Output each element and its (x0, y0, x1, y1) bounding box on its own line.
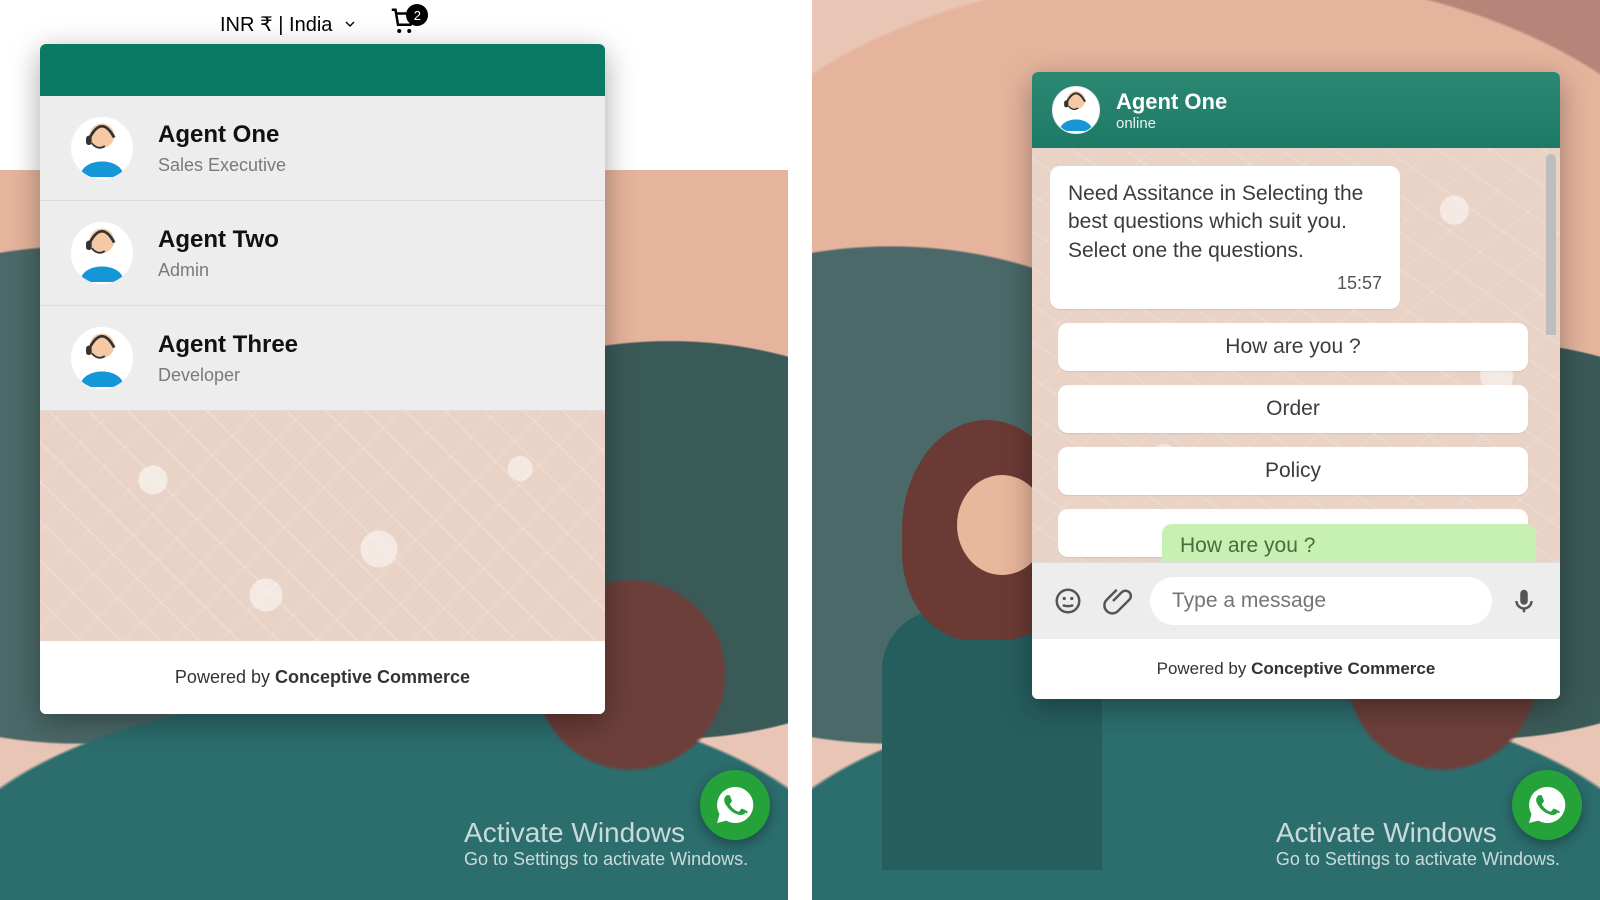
agent-item[interactable]: Agent Three Developer (40, 306, 605, 411)
emoji-button[interactable] (1050, 583, 1086, 619)
message-input[interactable] (1150, 577, 1492, 625)
doodle-bg (40, 411, 605, 641)
agent-role: Admin (158, 260, 279, 281)
chat-body[interactable]: Need Assitance in Selecting the best que… (1032, 148, 1560, 562)
whatsapp-fab[interactable] (1512, 770, 1582, 840)
agent-item[interactable]: Agent One Sales Executive (40, 96, 605, 201)
mic-icon (1509, 586, 1539, 616)
whatsapp-icon (1525, 783, 1569, 827)
agent-item[interactable]: Agent Two Admin (40, 201, 605, 306)
chat-intro-time: 15:57 (1068, 271, 1382, 295)
chat-header: Agent One online (1032, 72, 1560, 148)
paperclip-icon (1103, 586, 1133, 616)
agent-list-header (40, 44, 605, 96)
mic-button[interactable] (1506, 583, 1542, 619)
cart-button[interactable]: 2 (388, 6, 418, 42)
chat-choice[interactable]: How are you ? (1058, 323, 1528, 371)
agent-avatar-icon (70, 116, 134, 180)
chat-input-bar (1032, 562, 1560, 639)
chat-choice[interactable]: Order (1058, 385, 1528, 433)
agent-name: Agent Three (158, 331, 298, 359)
agent-avatar-icon (70, 326, 134, 390)
chat-avatar-icon (1052, 86, 1100, 134)
agent-name: Agent Two (158, 226, 279, 254)
chat-user-message: How are you ? (1162, 524, 1536, 562)
chat-agent-status: online (1116, 115, 1227, 132)
chevron-down-icon (342, 16, 358, 32)
agent-role: Sales Executive (158, 155, 286, 176)
whatsapp-icon (713, 783, 757, 827)
agent-name: Agent One (158, 121, 286, 149)
chat-choice[interactable]: Policy (1058, 447, 1528, 495)
chat-footer: Powered by Conceptive Commerce (1032, 639, 1560, 699)
chat-agent-name: Agent One (1116, 89, 1227, 115)
agent-list-widget: Agent One Sales Executive Agent Two Admi… (40, 44, 605, 714)
chat-widget: Agent One online Need Assitance in Selec… (1032, 72, 1560, 699)
widget-footer: Powered by Conceptive Commerce (40, 641, 605, 714)
whatsapp-fab[interactable] (700, 770, 770, 840)
emoji-icon (1053, 586, 1083, 616)
attach-button[interactable] (1100, 583, 1136, 619)
locale-label: INR ₹ | India (220, 12, 332, 37)
locale-selector[interactable]: INR ₹ | India (220, 12, 358, 37)
chat-intro-bubble: Need Assitance in Selecting the best que… (1050, 166, 1400, 309)
agent-avatar-icon (70, 221, 134, 285)
agent-role: Developer (158, 365, 298, 386)
